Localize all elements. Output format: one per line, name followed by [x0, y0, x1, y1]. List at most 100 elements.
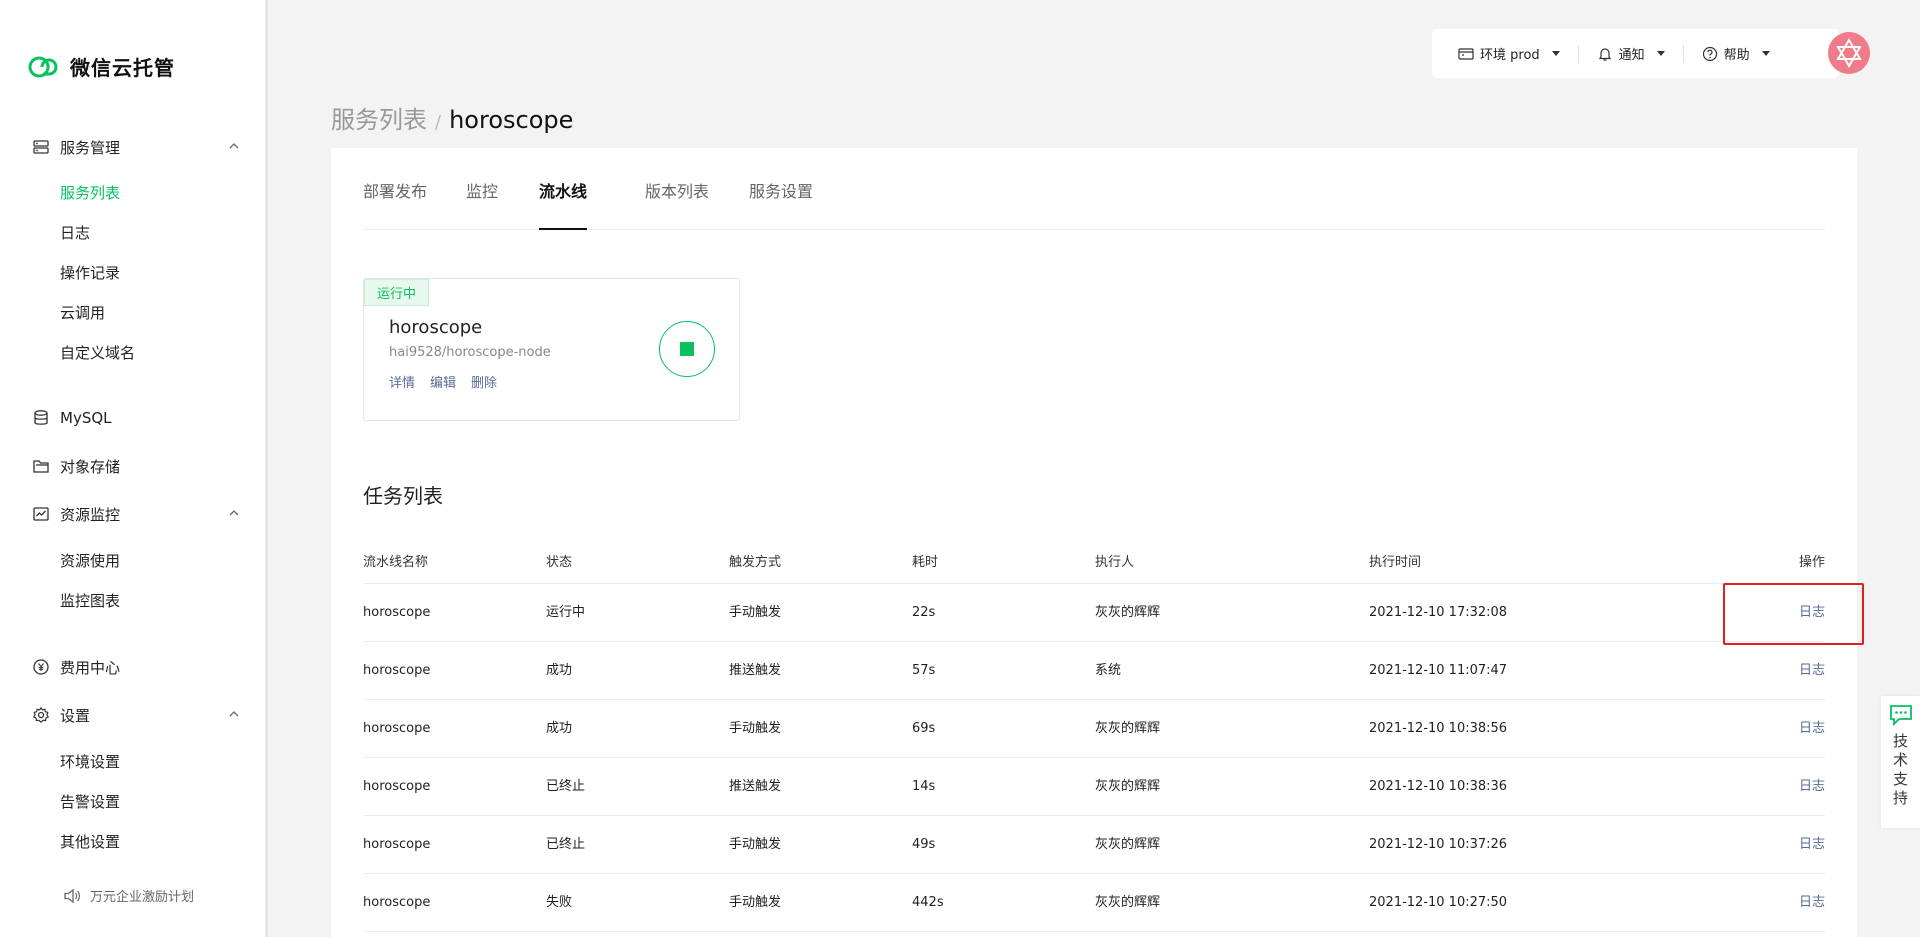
highlight-box [1723, 583, 1864, 645]
trigger-cell: 手动触发 [729, 837, 782, 852]
server-icon [32, 138, 50, 156]
pipeline-name-cell: horoscope [363, 895, 431, 910]
sidebar-group-mysql[interactable]: MySQL [32, 406, 242, 430]
help-menu[interactable]: 帮助 [1702, 44, 1770, 63]
chevron-up-icon [229, 510, 239, 516]
main-card: 部署发布 监控 流水线 版本列表 服务设置 运行中 horoscope hai9… [331, 148, 1857, 937]
promo-link[interactable]: 万元企业激励计划 [62, 886, 194, 905]
pipeline-detail-link[interactable]: 详情 [389, 372, 415, 391]
duration-cell: 14s [912, 779, 936, 794]
caret-down-icon [1656, 51, 1665, 56]
sidebar-item-service-list[interactable]: 服务列表 [60, 182, 120, 203]
duration-cell: 57s [912, 663, 936, 678]
sidebar-item-operation-records[interactable]: 操作记录 [60, 262, 120, 283]
status-cell: 成功 [546, 663, 573, 678]
pipeline-edit-link[interactable]: 编辑 [430, 372, 456, 391]
sidebar-group-object-storage[interactable]: 对象存储 [32, 454, 242, 478]
trigger-cell: 推送触发 [729, 663, 782, 678]
executor-cell: 灰灰的辉辉 [1095, 779, 1161, 794]
notify-label: 通知 [1618, 48, 1645, 63]
pipeline-name-cell: horoscope [363, 605, 431, 620]
sidebar-item-other-settings[interactable]: 其他设置 [60, 831, 120, 852]
env-selector[interactable]: 环境 prod [1458, 44, 1560, 63]
support-label: 技术支持 [1892, 732, 1908, 807]
help-label: 帮助 [1723, 48, 1750, 63]
sidebar-item-cloud-call[interactable]: 云调用 [60, 302, 105, 323]
executor-cell: 灰灰的辉辉 [1095, 721, 1161, 736]
exec-time-cell: 2021-12-10 17:32:08 [1369, 605, 1508, 620]
sidebar-group-label: MySQL [60, 409, 112, 427]
column-header: 触发方式 [729, 555, 782, 570]
status-cell: 失败 [546, 895, 573, 910]
table-header: 流水线名称 状态 触发方式 耗时 执行人 执行时间 操作 [363, 542, 1825, 584]
pipeline-name-cell: horoscope [363, 837, 431, 852]
status-cell: 成功 [546, 721, 573, 736]
log-link[interactable]: 日志 [1799, 816, 1825, 874]
tech-support-widget[interactable]: 技术支持 [1881, 696, 1920, 828]
pipeline-name: horoscope [389, 317, 483, 338]
tab-deploy[interactable]: 部署发布 [363, 178, 427, 230]
breadcrumb: 服务列表 / horoscope [331, 100, 573, 135]
trigger-cell: 手动触发 [729, 721, 782, 736]
log-link[interactable]: 日志 [1799, 874, 1825, 932]
log-link[interactable]: 日志 [1799, 758, 1825, 816]
executor-cell: 灰灰的辉辉 [1095, 895, 1161, 910]
sidebar-group-label: 资源监控 [60, 505, 121, 524]
log-link[interactable]: 日志 [1799, 642, 1825, 700]
pipeline-card: 运行中 horoscope hai9528/horoscope-node 详情 … [363, 278, 740, 421]
sidebar-group-label: 设置 [60, 706, 91, 725]
status-cell: 已终止 [546, 837, 586, 852]
caret-down-icon [1761, 51, 1770, 56]
brand-name: 微信云托管 [70, 56, 175, 80]
breadcrumb-parent-link[interactable]: 服务列表 [331, 100, 427, 135]
sidebar-item-custom-domain[interactable]: 自定义域名 [60, 342, 135, 363]
tab-service-settings[interactable]: 服务设置 [749, 178, 813, 230]
pipeline-delete-link[interactable]: 删除 [471, 372, 497, 391]
table-body: horoscope 运行中 手动触发 22s 灰灰的辉辉 2021-12-10 17:32… [363, 584, 1825, 932]
column-header: 执行时间 [1369, 555, 1422, 570]
sidebar-group-service-management[interactable]: 服务管理 [32, 135, 242, 159]
table-row: horoscope 成功 推送触发 57s 系统 2021-12-10 11:07:47 日… [363, 642, 1825, 700]
gear-icon [32, 706, 50, 724]
stop-pipeline-button[interactable] [659, 321, 715, 377]
breadcrumb-separator: / [435, 112, 442, 133]
avatar[interactable] [1828, 32, 1870, 74]
sidebar-group-billing[interactable]: 费用中心 [32, 655, 242, 679]
status-badge: 运行中 [364, 279, 430, 306]
brand[interactable]: 微信云托管 [28, 52, 175, 81]
pipeline-name-cell: horoscope [363, 663, 431, 678]
promo-text: 万元企业激励计划 [90, 890, 195, 905]
sidebar-group-resource-monitor[interactable]: 资源监控 [32, 502, 242, 526]
duration-cell: 22s [912, 605, 936, 620]
column-header: 执行人 [1095, 555, 1135, 570]
sidebar-item-alert-settings[interactable]: 告警设置 [60, 791, 120, 812]
log-link[interactable]: 日志 [1799, 700, 1825, 758]
tab-pipeline[interactable]: 流水线 [539, 178, 588, 230]
sidebar: 微信云托管 服务管理 服务列表 日志 操作记录 云调用 自定义域名 MySQL … [0, 0, 268, 937]
column-header: 操作 [1798, 555, 1825, 570]
table-row: horoscope 失败 手动触发 442s 灰灰的辉辉 2021-12-10 10:27… [363, 874, 1825, 932]
sidebar-group-settings[interactable]: 设置 [32, 703, 242, 727]
pipeline-repo: hai9528/horoscope-node [389, 345, 551, 360]
status-cell: 已终止 [546, 779, 586, 794]
notification-menu[interactable]: 通知 [1597, 44, 1665, 63]
tab-monitor[interactable]: 监控 [466, 178, 498, 230]
chevron-up-icon [229, 143, 239, 149]
help-circle-icon [1702, 46, 1717, 61]
divider [1682, 44, 1684, 63]
sidebar-item-logs[interactable]: 日志 [60, 222, 90, 243]
executor-cell: 系统 [1095, 663, 1122, 678]
yen-coin-icon [32, 658, 50, 676]
sidebar-item-monitor-charts[interactable]: 监控图表 [60, 590, 120, 611]
duration-cell: 442s [912, 895, 944, 910]
caret-down-icon [1551, 51, 1560, 56]
top-toolbar: 环境 prod 通知 帮助 [1432, 29, 1839, 78]
exec-time-cell: 2021-12-10 11:07:47 [1369, 663, 1508, 678]
sidebar-group-label: 服务管理 [60, 138, 121, 157]
monitor-chart-icon [32, 505, 50, 523]
sidebar-item-env-settings[interactable]: 环境设置 [60, 751, 120, 772]
env-label: 环境 prod [1480, 48, 1540, 63]
exec-time-cell: 2021-12-10 10:38:56 [1369, 721, 1508, 736]
tab-version-list[interactable]: 版本列表 [645, 178, 709, 230]
sidebar-item-resource-usage[interactable]: 资源使用 [60, 550, 120, 571]
